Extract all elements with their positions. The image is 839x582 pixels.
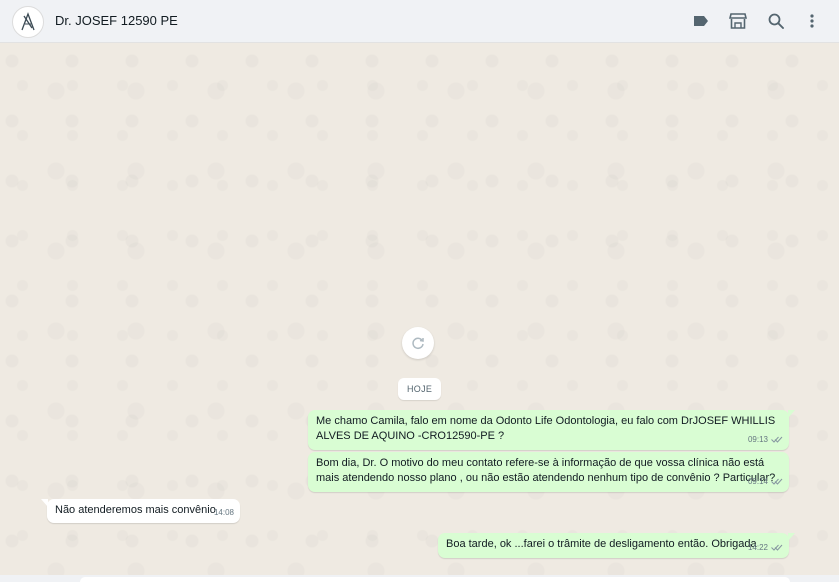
message-text: Não atenderemos mais convênio xyxy=(55,504,216,516)
chat-area[interactable]: HOJE Me chamo Camila, falo em nome da Od… xyxy=(0,43,839,582)
load-older-messages-button[interactable] xyxy=(402,327,434,359)
message-bubble-incoming[interactable]: Não atenderemos mais convênio 14:08 xyxy=(41,499,240,523)
double-check-icon xyxy=(771,478,783,485)
chat-header: Dr. JOSEF 12590 PE xyxy=(0,0,839,43)
message-bubble-outgoing[interactable]: Me chamo Camila, falo em nome da Odonto … xyxy=(308,410,795,450)
message-time: 09:13 xyxy=(747,435,768,444)
whatsapp-window: Dr. JOSEF 12590 PE HOJE Me chamo Camila,… xyxy=(0,0,839,582)
message-input[interactable] xyxy=(80,577,790,582)
menu-icon[interactable] xyxy=(802,11,822,31)
refresh-icon xyxy=(412,337,424,350)
search-icon[interactable] xyxy=(766,11,786,31)
contact-name[interactable]: Dr. JOSEF 12590 PE xyxy=(55,13,178,28)
message-text: Bom dia, Dr. O motivo do meu contato ref… xyxy=(316,457,776,484)
message-bubble-outgoing[interactable]: Bom dia, Dr. O motivo do meu contato ref… xyxy=(308,452,789,492)
message-time: 09:14 xyxy=(747,477,768,486)
store-icon[interactable] xyxy=(728,11,748,31)
clinic-logo-icon xyxy=(21,12,35,31)
message-text: Me chamo Camila, falo em nome da Odonto … xyxy=(316,415,776,442)
double-check-icon xyxy=(771,544,783,551)
message-text: Boa tarde, ok ...farei o trâmite de desl… xyxy=(446,538,757,550)
label-icon[interactable] xyxy=(691,11,711,31)
avatar[interactable] xyxy=(12,6,44,38)
message-time: 14:22 xyxy=(747,543,768,552)
double-check-icon xyxy=(771,436,783,443)
day-divider: HOJE xyxy=(398,378,442,400)
message-time: 14:08 xyxy=(213,508,234,517)
message-bubble-outgoing[interactable]: Boa tarde, ok ...farei o trâmite de desl… xyxy=(438,533,795,558)
